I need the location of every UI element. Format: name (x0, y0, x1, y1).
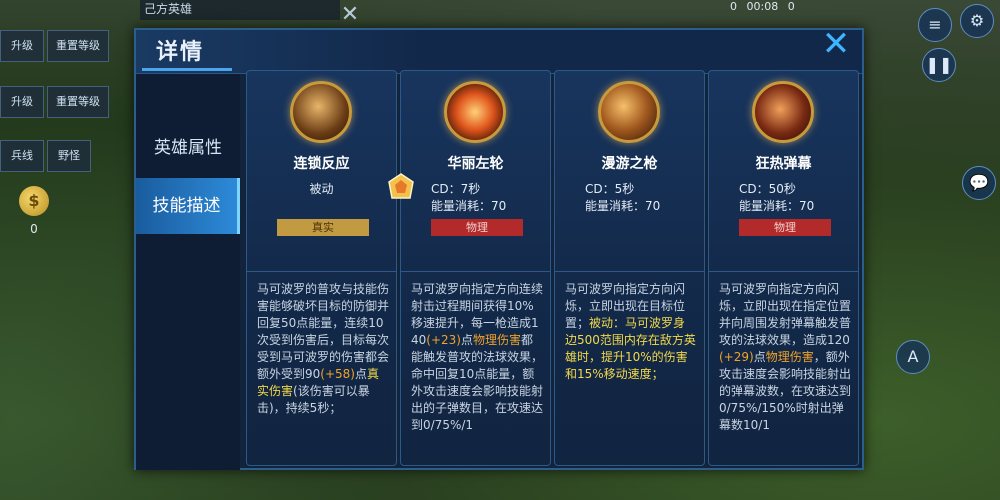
menu-icon[interactable]: ≡ (918, 8, 952, 42)
skill-description: 马可波罗向指定方向闪烁，立即出现在目标位置；被动：马可波罗身边500范围内存在敌… (565, 281, 697, 461)
description-segment: (+29) (719, 350, 754, 364)
skill-cd: CD：50秒 (739, 182, 796, 196)
roaming-gun-skill-icon (598, 81, 660, 143)
chain-reaction-skill-icon (290, 81, 352, 143)
skill-energy: 能量消耗：70 (739, 199, 815, 213)
upgrade-button-2[interactable]: 升级 (0, 86, 44, 118)
skill-energy: 能量消耗：70 (431, 199, 507, 213)
kills-count: 0 (730, 0, 737, 13)
skill-description: 马可波罗的普攻与技能伤害能够破坏目标的防御并回复50点能量，连续10次受到伤害后… (257, 281, 389, 461)
skill-name: 连锁反应 (293, 156, 350, 172)
clock-time: 00:08 (746, 0, 779, 13)
panel-title: 详情 (156, 40, 205, 65)
damage-tag: 物理 (739, 219, 831, 236)
minion-toggle[interactable]: 兵线 (0, 140, 44, 172)
description-segment: 都能触发普攻的法球效果，命中回复10点能量，额外攻击速度会影响技能射出的子弹数目… (411, 333, 543, 432)
reset-level-button[interactable]: 重置等级 (47, 30, 109, 62)
description-segment: (+23) (426, 333, 461, 347)
skill-card-top: 漫游之枪 CD：5秒 能量消耗：70 (555, 71, 704, 271)
gold-box: $ 0 (2, 186, 66, 250)
skill-card-4: 狂热弹幕 CD：50秒 能量消耗：70 物理 马可波罗向指定方向闪烁，立即出现在… (708, 70, 859, 466)
skill-name: 华丽左轮 (447, 156, 504, 172)
skill-card-2: 华丽左轮 CD：7秒 能量消耗：70 物理 马可波罗向指定方向连续射击过程期间获… (400, 70, 551, 466)
gold-count: 0 (30, 222, 38, 236)
description-segment: 点 (354, 367, 367, 381)
description-segment: 物理伤害 (765, 350, 814, 364)
tab-skill-description[interactable]: 技能描述 (136, 178, 240, 234)
divider (401, 271, 550, 272)
title-underline (142, 68, 232, 71)
skill-card-top: 连锁反应 被动 真实 (247, 71, 396, 271)
damage-tag: 真实 (277, 219, 369, 236)
divider (709, 271, 858, 272)
tab-hero-attributes[interactable]: 英雄属性 (136, 120, 240, 176)
skill-cards: 连锁反应 被动 真实 马可波罗的普攻与技能伤害能够破坏目标的防御并回复50点能量… (246, 70, 862, 466)
hud-row-3: 兵线 野怪 (0, 140, 140, 174)
side-tabs: 英雄属性 技能描述 (136, 74, 240, 470)
description-segment: (+58) (320, 367, 355, 381)
divider (247, 271, 396, 272)
damage-tag: 物理 (431, 219, 523, 236)
left-hud: 升级 重置等级 升级 重置等级 兵线 野怪 $ 0 (0, 0, 140, 500)
reset-level-button-2[interactable]: 重置等级 (47, 86, 109, 118)
frenzy-barrage-skill-icon (752, 81, 814, 143)
ally-heroes-title: 己方英雄 (140, 0, 340, 20)
description-segment: 物理伤害 (472, 333, 521, 347)
status-bar: 0 00:08 0 (730, 0, 920, 20)
skill-cd: CD：5秒 (585, 182, 635, 196)
coin-icon: $ (19, 186, 49, 216)
panel-header: 详情 ✕ (136, 24, 862, 74)
description-segment: 点 (753, 350, 766, 364)
gear-icon[interactable]: ⚙ (960, 4, 994, 38)
chat-icon[interactable]: 💬 (962, 166, 996, 200)
gorgeous-revolver-skill-icon (444, 81, 506, 143)
skill-type: 被动 (309, 182, 334, 196)
description-segment: 马可波罗向指定方向闪烁，立即出现在指定位置并向周围发射弹幕触发普攻的法球效果，造… (719, 282, 851, 347)
skill-card-3: 漫游之枪 CD：5秒 能量消耗：70 马可波罗向指定方向闪烁，立即出现在目标位置… (554, 70, 705, 466)
skill-card-1: 连锁反应 被动 真实 马可波罗的普攻与技能伤害能够破坏目标的防御并回复50点能量… (246, 70, 397, 466)
skill-description: 马可波罗向指定方向闪烁，立即出现在指定位置并向周围发射弹幕触发普攻的法球效果，造… (719, 281, 851, 461)
skill-cd: CD：7秒 (431, 182, 481, 196)
skill-energy: 能量消耗：70 (585, 199, 661, 213)
hud-row-2: 升级 重置等级 (0, 86, 140, 120)
upgrade-button[interactable]: 升级 (0, 30, 44, 62)
deaths-count: 0 (787, 0, 795, 13)
skill-card-top: 狂热弹幕 CD：50秒 能量消耗：70 物理 (709, 71, 858, 271)
jungle-toggle[interactable]: 野怪 (47, 140, 91, 172)
skill-description: 马可波罗向指定方向连续射击过程期间获得10%移速提升，每一枪造成140(+23)… (411, 281, 543, 461)
hud-row-1: 升级 重置等级 (0, 30, 140, 64)
description-segment: 点 (460, 333, 473, 347)
divider (555, 271, 704, 272)
skill-name: 狂热弹幕 (755, 156, 812, 172)
rank-badge-icon (388, 173, 414, 199)
close-button[interactable]: ✕ (810, 24, 862, 68)
skill-card-top: 华丽左轮 CD：7秒 能量消耗：70 物理 (401, 71, 550, 271)
skill-name: 漫游之枪 (601, 156, 658, 172)
pause-icon[interactable]: ❚❚ (922, 48, 956, 82)
details-panel: 详情 ✕ 英雄属性 技能描述 连锁反应 被动 真实 马可波罗的普攻与技能伤害能够… (134, 24, 864, 470)
recommend-icon[interactable]: A (896, 340, 930, 374)
close-icon[interactable]: ✕ (336, 4, 364, 28)
